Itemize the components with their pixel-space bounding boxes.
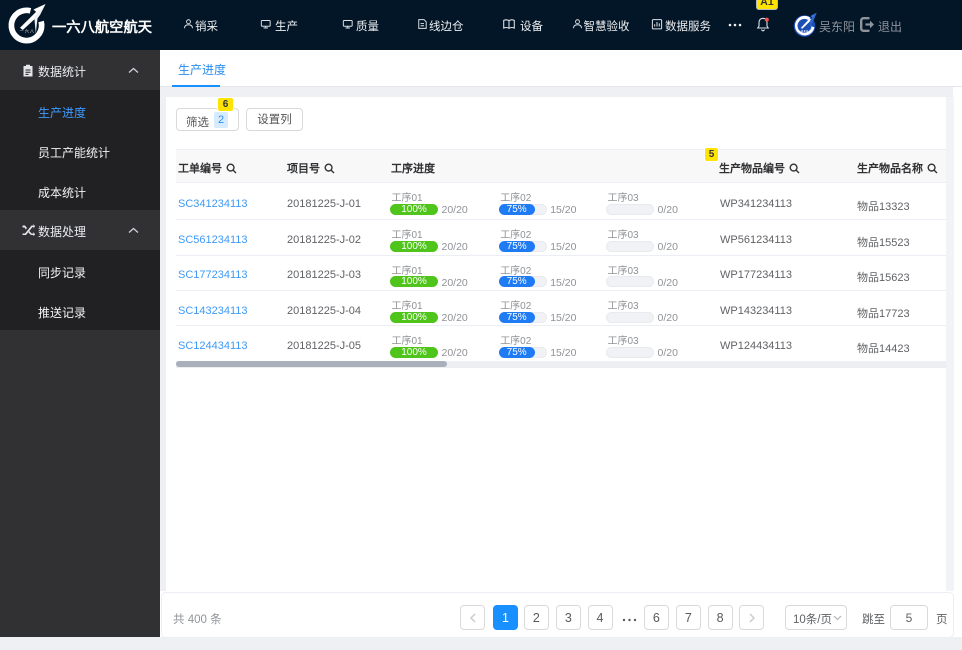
svg-text:一六八: 一六八 bbox=[20, 28, 36, 35]
